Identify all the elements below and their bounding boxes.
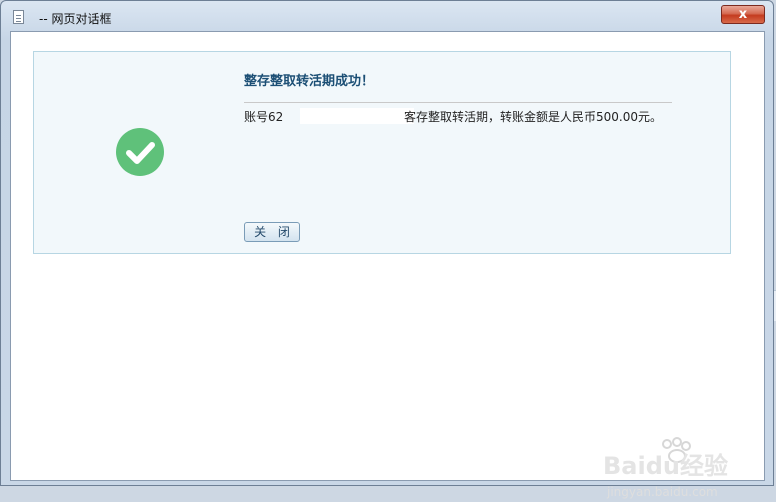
title-bar[interactable]: -- 网页对话框 x	[1, 1, 773, 31]
result-headline: 整存整取转活期成功！	[244, 74, 375, 89]
result-panel: 整存整取转活期成功！ 账号62 客存整取转活期，转账金额是人民币500.00元。…	[33, 51, 731, 254]
window-title: -- 网页对话框	[39, 12, 112, 26]
dialog-content: 整存整取转活期成功！ 账号62 客存整取转活期，转账金额是人民币500.00元。…	[10, 31, 765, 499]
account-label: 账号62	[244, 110, 284, 124]
result-message: 账号62 客存整取转活期，转账金额是人民币500.00元。	[244, 108, 684, 126]
baidu-jingyan-watermark: Baidu经验 jingyan.baidu.com	[603, 437, 728, 499]
document-icon	[13, 10, 24, 24]
svg-text:jingyan.baidu.com: jingyan.baidu.com	[606, 485, 718, 499]
dialog-window: -- 网页对话框 x 整存整取转活期成功！ 账号62 客存整取转活期，转账金额是…	[0, 0, 774, 499]
account-redaction	[300, 108, 414, 124]
transfer-details: 客存整取转活期，转账金额是人民币500.00元。	[404, 110, 662, 124]
svg-text:Baidu经验: Baidu经验	[603, 452, 728, 480]
window-close-button[interactable]: x	[721, 5, 765, 24]
divider	[244, 102, 672, 103]
close-button[interactable]: 关 闭	[244, 222, 300, 242]
success-check-icon	[116, 128, 164, 176]
